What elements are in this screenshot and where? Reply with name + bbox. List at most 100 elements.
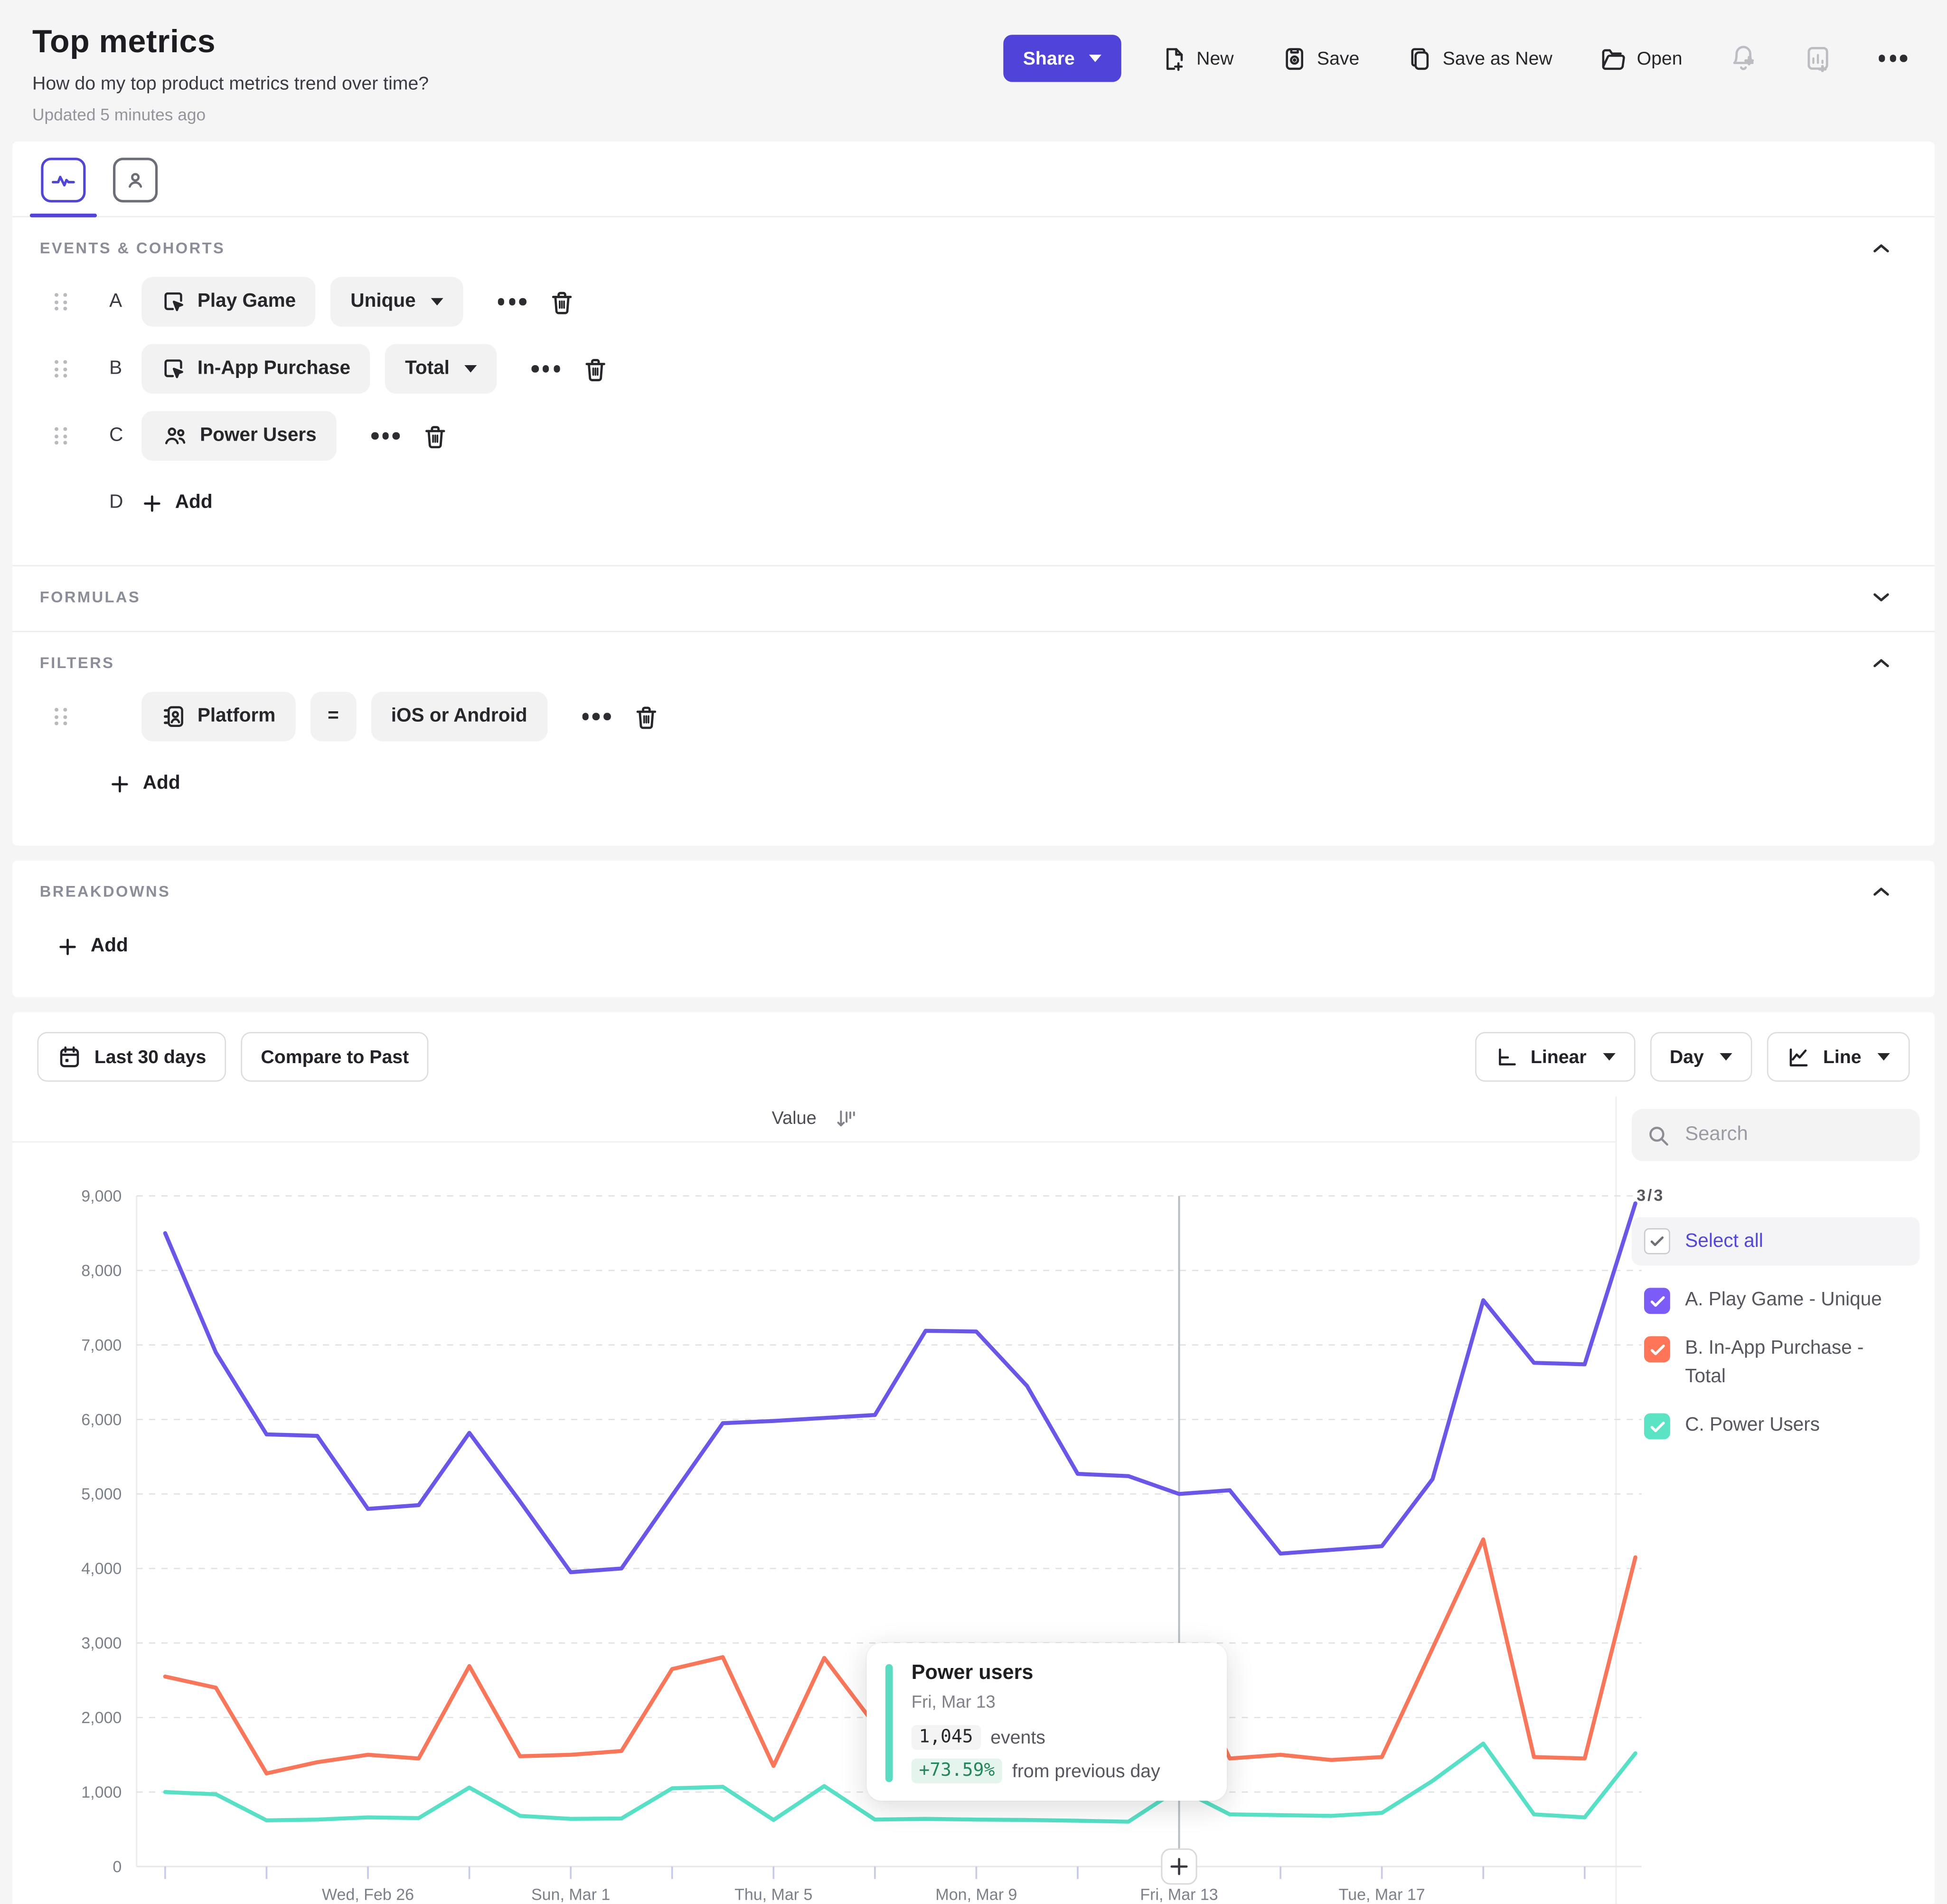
add-label: Add — [175, 492, 213, 514]
value-column-header: Value — [12, 1096, 1616, 1142]
metric-letter: D — [109, 492, 141, 514]
scale-select[interactable]: Linear — [1475, 1032, 1635, 1082]
tab-events[interactable] — [40, 157, 87, 217]
tooltip-series-accent — [885, 1664, 892, 1782]
chart-type-label: Line — [1823, 1046, 1862, 1067]
share-label: Share — [1023, 48, 1075, 69]
svg-text:5,000: 5,000 — [81, 1485, 122, 1503]
filter-property: Platform — [198, 706, 275, 728]
filters-section-header: FILTERS — [40, 654, 115, 672]
aggregation-select-a[interactable]: Unique — [330, 277, 463, 327]
svg-text:8,000: 8,000 — [81, 1262, 122, 1280]
add-to-board-button[interactable] — [1797, 44, 1839, 74]
line-chart[interactable]: 01,0002,0003,0004,0005,0006,0007,0008,00… — [12, 1142, 1645, 1904]
row-options-button[interactable] — [524, 358, 568, 380]
legend-item-c[interactable]: C. Power Users — [1644, 1413, 1917, 1441]
save-as-new-button[interactable]: Save as New — [1399, 44, 1560, 73]
tab-users[interactable] — [112, 157, 159, 217]
legend-item-a[interactable]: A. Play Game - Unique — [1644, 1287, 1917, 1315]
checkbox-icon — [1644, 1288, 1670, 1314]
svg-text:Thu, Mar 5: Thu, Mar 5 — [734, 1886, 812, 1904]
events-section: EVENTS & COHORTS A Play Game Unique — [12, 217, 1935, 565]
drag-handle-icon[interactable] — [55, 708, 75, 725]
aggregation-select-b[interactable]: Total — [385, 344, 497, 394]
filter-value: iOS or Android — [391, 706, 527, 728]
add-filter-button[interactable]: Add — [109, 765, 180, 802]
event-select-b[interactable]: In-App Purchase — [141, 344, 370, 394]
page-title: Top metrics — [32, 22, 429, 61]
svg-text:6,000: 6,000 — [81, 1411, 122, 1429]
row-options-button[interactable] — [364, 425, 407, 447]
save-icon — [1281, 45, 1307, 71]
cohort-select-c[interactable]: Power Users — [141, 411, 336, 461]
tooltip-value: 1,045 — [912, 1725, 981, 1750]
add-breakdown-button[interactable]: Add — [57, 928, 128, 965]
tooltip-value-suffix: events — [990, 1727, 1045, 1748]
person-card-icon — [113, 158, 158, 202]
chevron-down-icon[interactable] — [1870, 586, 1892, 609]
drag-handle-icon[interactable] — [55, 360, 75, 377]
drag-handle-icon[interactable] — [55, 427, 75, 444]
chevron-up-icon[interactable] — [1870, 652, 1892, 674]
filter-operator-select[interactable]: = — [310, 692, 357, 742]
drag-handle-icon[interactable] — [55, 293, 75, 311]
overflow-menu-button[interactable] — [1871, 47, 1915, 69]
new-button[interactable]: New — [1153, 44, 1242, 73]
filter-value-select[interactable]: iOS or Android — [371, 692, 547, 742]
svg-text:1,000: 1,000 — [81, 1783, 122, 1801]
delete-row-button[interactable] — [544, 284, 580, 320]
share-button[interactable]: Share — [1003, 35, 1121, 82]
svg-text:7,000: 7,000 — [81, 1336, 122, 1354]
granularity-select[interactable]: Day — [1650, 1032, 1752, 1082]
profile-card-icon — [161, 704, 186, 729]
save-button[interactable]: Save — [1273, 44, 1367, 73]
add-label: Add — [143, 773, 180, 795]
plus-icon — [109, 773, 130, 794]
select-all-row[interactable]: Select all — [1632, 1217, 1920, 1265]
save-as-new-label: Save as New — [1443, 48, 1552, 69]
line-chart-icon — [1787, 1045, 1811, 1069]
chevron-down-icon — [1089, 55, 1101, 62]
chart-type-select[interactable]: Line — [1767, 1032, 1909, 1082]
svg-text:2,000: 2,000 — [81, 1709, 122, 1727]
file-plus-icon — [1160, 45, 1186, 71]
row-options-button[interactable] — [490, 291, 534, 313]
compare-to-past-button[interactable]: Compare to Past — [241, 1032, 429, 1082]
select-all-label: Select all — [1685, 1230, 1763, 1253]
event-select-a[interactable]: Play Game — [141, 277, 316, 327]
plus-icon — [141, 492, 162, 513]
metric-letter: A — [109, 291, 141, 313]
legend-item-b[interactable]: B. In-App Purchase - Total — [1644, 1336, 1917, 1392]
tooltip-title: Power users — [912, 1662, 1207, 1686]
row-options-button[interactable] — [574, 706, 618, 727]
trash-icon — [583, 356, 609, 382]
alerts-button[interactable] — [1722, 44, 1764, 74]
add-label: Add — [91, 935, 128, 957]
chevron-down-icon — [1878, 1053, 1890, 1061]
metric-row-b: B In-App Purchase Total — [40, 344, 1908, 394]
date-range-label: Last 30 days — [94, 1046, 207, 1067]
legend-search-input[interactable] — [1683, 1122, 1862, 1147]
chart-area: Value 01,0002,0003,0004,0005,0006,0007,0… — [12, 1096, 1616, 1904]
filter-property-select[interactable]: Platform — [141, 692, 295, 742]
metric-row-c: C Power Users — [40, 411, 1908, 461]
add-metric-button[interactable]: Add — [141, 484, 212, 521]
aggregation-value: Total — [405, 358, 450, 380]
chevron-up-icon[interactable] — [1870, 237, 1892, 260]
delete-row-button[interactable] — [628, 698, 664, 735]
sort-descending-icon[interactable] — [834, 1108, 856, 1130]
query-builder-card: EVENTS & COHORTS A Play Game Unique — [12, 141, 1935, 846]
chart-tooltip: Power users Fri, Mar 13 1,045 events +73… — [867, 1643, 1227, 1800]
delete-row-button[interactable] — [578, 351, 614, 387]
trash-icon — [549, 289, 575, 315]
chevron-up-icon[interactable] — [1870, 880, 1892, 903]
open-button[interactable]: Open — [1592, 44, 1690, 73]
date-range-button[interactable]: Last 30 days — [37, 1032, 226, 1082]
delete-row-button[interactable] — [417, 418, 453, 454]
filter-operator: = — [328, 706, 339, 728]
chevron-down-icon — [431, 298, 443, 306]
board-plus-icon — [1804, 45, 1832, 72]
bell-plus-icon — [1730, 45, 1757, 72]
legend-search[interactable] — [1632, 1109, 1920, 1161]
copy-icon — [1407, 45, 1433, 71]
